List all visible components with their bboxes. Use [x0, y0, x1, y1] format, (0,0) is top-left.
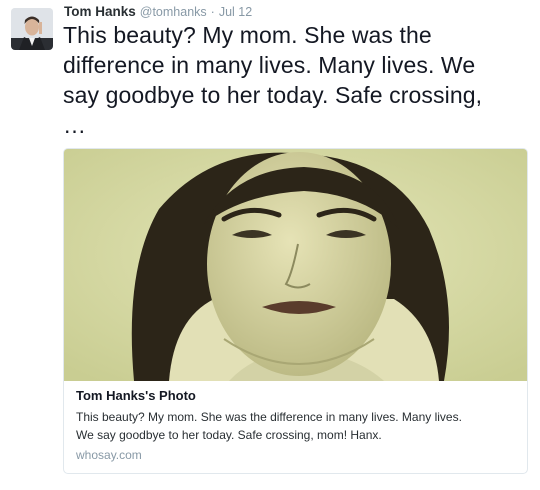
tweet-text-line: This beauty? My mom. She was the: [63, 22, 432, 48]
tweet-text-line: say goodbye to her today. Safe crossing,: [63, 82, 483, 108]
portrait-photo-image: [64, 149, 527, 381]
card-title[interactable]: Tom Hanks's Photo: [76, 387, 521, 405]
avatar[interactable]: [11, 8, 53, 50]
tweet-text: This beauty? My mom. She was the differe…: [63, 20, 533, 140]
card-description: This beauty? My mom. She was the differe…: [76, 408, 521, 444]
author-handle[interactable]: @tomhanks: [140, 5, 207, 19]
card-body: Tom Hanks's Photo This beauty? My mom. S…: [76, 387, 521, 464]
card-domain[interactable]: whosay.com: [76, 446, 521, 464]
link-card[interactable]: Tom Hanks's Photo This beauty? My mom. S…: [63, 148, 528, 474]
tweet-text-ellipsis: …: [63, 112, 87, 138]
author-name[interactable]: Tom Hanks: [64, 4, 136, 19]
card-photo[interactable]: [64, 149, 527, 381]
card-description-line: This beauty? My mom. She was the differe…: [76, 410, 462, 424]
avatar-image: [11, 8, 53, 50]
card-description-line: We say goodbye to her today. Safe crossi…: [76, 428, 382, 442]
tweet-text-line: difference in many lives. Many lives. We: [63, 52, 476, 78]
header-separator: ·: [210, 5, 215, 19]
tweet-timestamp[interactable]: Jul 12: [219, 5, 252, 19]
